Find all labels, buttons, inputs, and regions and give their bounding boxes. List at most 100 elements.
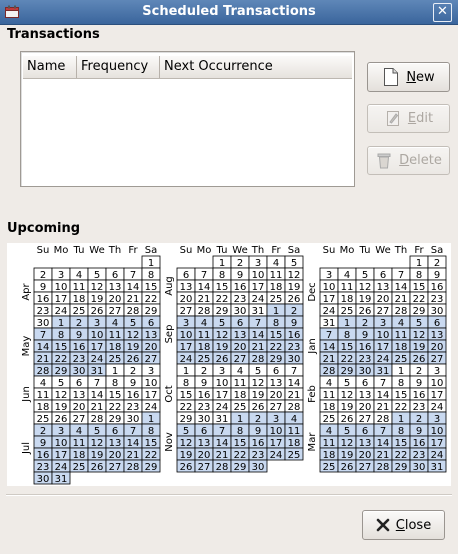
edit-button-label: Edit <box>407 111 434 126</box>
day-number: 22 <box>109 402 122 413</box>
day-number: 26 <box>341 414 354 425</box>
day-number: 13 <box>359 438 372 449</box>
day-number: 11 <box>109 330 122 341</box>
new-button[interactable]: New <box>367 62 450 92</box>
month-label: Sep <box>164 325 175 344</box>
edit-button[interactable]: Edit <box>367 104 450 133</box>
day-number: 25 <box>198 354 211 365</box>
day-number: 26 <box>127 354 140 365</box>
day-number: 10 <box>431 378 444 389</box>
transactions-section-title: Transactions <box>7 27 100 42</box>
weekday-label: Sa <box>288 245 300 256</box>
window-close-icon[interactable]: ✕ <box>433 3 452 22</box>
day-number: 29 <box>395 462 408 473</box>
day-number: 27 <box>359 462 372 473</box>
day-number: 21 <box>252 342 265 353</box>
day-number: 11 <box>198 330 211 341</box>
day-number: 11 <box>395 330 408 341</box>
day-number: 28 <box>323 366 336 377</box>
column-header-frequency[interactable]: Frequency <box>77 56 160 78</box>
day-number: 25 <box>341 306 354 317</box>
day-number: 10 <box>216 378 229 389</box>
day-number: 7 <box>130 270 136 281</box>
day-number: 27 <box>198 462 211 473</box>
day-number: 6 <box>76 378 82 389</box>
day-number: 22 <box>395 402 408 413</box>
calendar-column-1: Su Mo Tu We Th Fr Sa 1 2 3 4 5 6 7 8 9 10 11 12 13 14 15 16 17 1… <box>21 243 162 486</box>
month-label: Jan <box>307 338 318 354</box>
transactions-list[interactable]: Name Frequency Next Occurrence <box>20 51 355 187</box>
day-number: 7 <box>380 426 386 437</box>
day-number: 29 <box>145 462 158 473</box>
day-number: 1 <box>183 366 189 377</box>
day-number: 28 <box>127 306 140 317</box>
day-number: 15 <box>145 282 158 293</box>
close-button-label: Close <box>395 517 432 533</box>
day-number: 28 <box>37 366 50 377</box>
day-number: 21 <box>91 402 104 413</box>
day-number: 6 <box>362 426 368 437</box>
day-number: 12 <box>180 438 193 449</box>
day-number: 16 <box>359 342 372 353</box>
month-label: Oct <box>164 385 175 402</box>
day-number: 7 <box>291 366 297 377</box>
day-number: 27 <box>431 354 444 365</box>
day-number: 3 <box>326 270 332 281</box>
day-number: 14 <box>91 390 104 401</box>
day-number: 12 <box>288 270 301 281</box>
day-number: 7 <box>40 330 46 341</box>
day-number: 31 <box>323 318 336 329</box>
day-number: 16 <box>198 390 211 401</box>
day-number: 21 <box>127 450 140 461</box>
day-number: 16 <box>234 282 247 293</box>
day-number: 5 <box>183 426 189 437</box>
day-number: 5 <box>94 426 100 437</box>
weekday-label: Sa <box>431 245 443 256</box>
day-number: 15 <box>395 390 408 401</box>
day-number: 4 <box>76 426 82 437</box>
day-number: 7 <box>201 270 207 281</box>
calendar-grid-3: Su Mo Tu We Th Fr Sa1 23 4 5 6 7 8 910 11 12 13 14 15 1617 1… <box>307 245 447 473</box>
day-number: 21 <box>377 450 390 461</box>
day-number: 22 <box>180 402 193 413</box>
day-number: 9 <box>362 330 368 341</box>
upcoming-calendar[interactable]: Su Mo Tu We Th Fr Sa 1 2 3 4 5 6 7 8 9 10 11 12 13 14 15 16 17 1… <box>7 243 451 486</box>
day-number: 23 <box>252 450 265 461</box>
month-label: Mar <box>307 432 318 452</box>
day-number: 22 <box>145 294 158 305</box>
day-number: 2 <box>76 318 82 329</box>
day-number: 24 <box>270 450 283 461</box>
delete-button[interactable]: Delete <box>367 146 450 175</box>
weekday-label: Tu <box>359 245 371 256</box>
day-number: 13 <box>431 330 444 341</box>
day-number: 8 <box>148 426 154 437</box>
calendar-grid-1: Su Mo Tu We Th Fr Sa12 3 4 5 6 7 89 10 11 12 13 14 1516 17 1… <box>21 245 161 485</box>
day-number: 18 <box>270 282 283 293</box>
day-number: 2 <box>237 258 243 269</box>
day-number: 5 <box>416 318 422 329</box>
day-number: 30 <box>198 414 211 425</box>
title-bar[interactable]: Scheduled Transactions ✕ <box>0 0 458 25</box>
day-number: 12 <box>91 282 104 293</box>
day-number: 26 <box>91 462 104 473</box>
day-number: 15 <box>234 438 247 449</box>
day-number: 14 <box>127 438 140 449</box>
day-number: 26 <box>180 462 193 473</box>
close-button[interactable]: Close <box>362 510 445 540</box>
column-header-name[interactable]: Name <box>23 56 77 78</box>
day-number: 17 <box>180 342 193 353</box>
day-number: 13 <box>180 282 193 293</box>
day-number: 18 <box>109 342 122 353</box>
day-number: 31 <box>91 366 104 377</box>
day-number: 25 <box>73 306 86 317</box>
day-number: 7 <box>255 318 261 329</box>
day-number: 20 <box>109 450 122 461</box>
day-number: 9 <box>237 270 243 281</box>
day-number: 3 <box>255 258 261 269</box>
day-number: 14 <box>216 438 229 449</box>
day-number: 8 <box>219 270 225 281</box>
column-header-next-occurrence[interactable]: Next Occurrence <box>160 56 354 78</box>
day-number: 16 <box>37 450 50 461</box>
day-number: 16 <box>37 294 50 305</box>
day-number: 11 <box>73 282 86 293</box>
